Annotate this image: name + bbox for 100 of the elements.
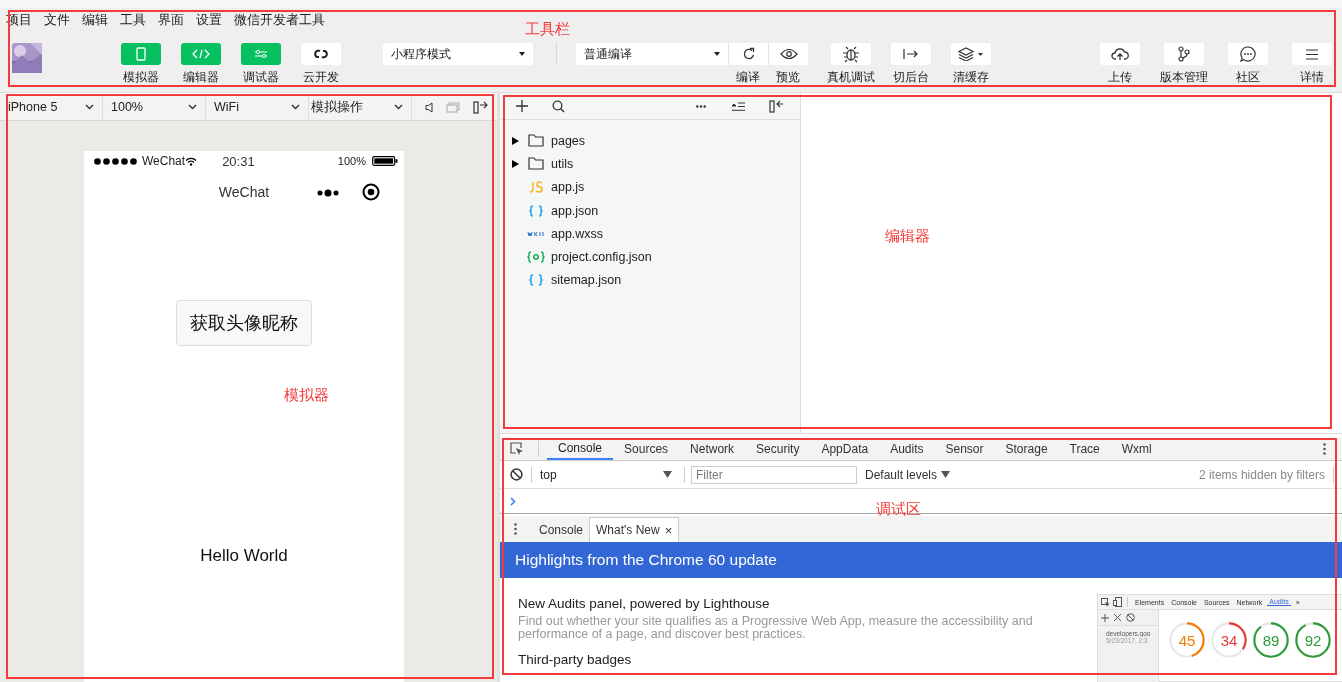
toolbar-button[interactable] [951, 43, 991, 65]
toolbar-button[interactable] [301, 43, 341, 65]
menu-item[interactable]: 设置 [196, 12, 222, 29]
devtools-tab[interactable]: Security [745, 438, 811, 460]
layers-icon [958, 47, 984, 61]
clear-icon [1126, 613, 1135, 622]
hide-panel-icon[interactable] [769, 99, 784, 113]
compile-dropdown[interactable]: 普通编译 [576, 43, 728, 65]
device-dropdown[interactable]: iPhone 5 [8, 94, 103, 120]
file-tree-item[interactable]: project.config.json [500, 245, 800, 269]
devtools-tab[interactable]: Trace [1058, 438, 1111, 460]
device-dropdown[interactable]: 100% [103, 94, 206, 120]
menu-item[interactable]: 界面 [158, 12, 184, 29]
hidden-items-note: 2 items hidden by filters [1198, 467, 1325, 482]
exit-icon [903, 48, 919, 60]
file-tree-item[interactable]: pages [500, 129, 800, 153]
toolbar-label: 详情 [1300, 69, 1324, 86]
battery-percent: 100% [337, 155, 366, 167]
devtools-tab[interactable]: Network [679, 438, 746, 460]
more-icon[interactable] [317, 189, 339, 197]
wifi-icon [185, 156, 198, 166]
close-icon [1114, 614, 1121, 621]
more-vertical-icon[interactable] [1323, 443, 1326, 455]
braces-file-icon [528, 274, 544, 287]
devtools-tab[interactable]: Sources [613, 438, 680, 460]
annotation-label: 调试区 [876, 500, 921, 519]
carrier-label: WeChat [142, 154, 186, 168]
chevron-down-icon [394, 104, 403, 110]
devtools-tab[interactable]: Audits [879, 438, 935, 460]
status-time: 20:31 [222, 153, 255, 169]
toolbar-label: 编辑器 [183, 69, 219, 86]
toolbar-button[interactable] [1100, 43, 1140, 65]
toolbar-button[interactable] [728, 43, 768, 65]
inspect-icon[interactable] [510, 442, 524, 456]
file-tree-item[interactable]: app.js [500, 175, 800, 199]
whats-new-banner: Highlights from the Chrome 60 update [500, 542, 1342, 578]
more-icon[interactable] [696, 104, 706, 108]
toolbar-label: 模拟器 [123, 69, 159, 86]
toolbar-label: 预览 [776, 69, 800, 86]
bug-icon [842, 45, 860, 63]
menu-item[interactable]: 微信开发者工具 [234, 12, 325, 29]
drawer-tab[interactable]: What's New × [589, 517, 680, 542]
style-file-icon [527, 229, 545, 238]
toolbar-label: 编译 [736, 69, 760, 86]
cloud-upload-icon [1111, 47, 1129, 61]
page-title: WeChat [218, 184, 270, 200]
branch-icon [1177, 46, 1191, 62]
file-tree-item[interactable]: sitemap.json [500, 268, 800, 293]
search-icon[interactable] [552, 99, 565, 113]
menu-item[interactable]: 编辑 [82, 12, 108, 29]
clear-icon[interactable] [510, 468, 523, 481]
speaker-icon[interactable] [425, 101, 433, 113]
dropdown-triangle-icon [941, 471, 951, 478]
get-avatar-button[interactable]: 获取头像昵称 [176, 300, 312, 346]
file-tree-item[interactable]: utils [500, 152, 800, 176]
js-file-icon [528, 181, 544, 194]
prompt-icon [510, 496, 516, 506]
menu-icon [1306, 48, 1318, 60]
eye-icon [779, 48, 798, 60]
toolbar-button[interactable] [831, 43, 871, 65]
article-title: New Audits panel, powered by Lighthouse [518, 596, 771, 611]
collapse-icon[interactable] [732, 101, 745, 111]
devtools-tab[interactable]: AppData [810, 438, 880, 460]
toolbar-label: 云开发 [303, 69, 339, 86]
more-vertical-icon[interactable] [514, 523, 517, 535]
file-tree-item[interactable]: app.wxss [500, 222, 800, 246]
article-title: Third-party badges [518, 652, 633, 667]
battery-icon [372, 156, 398, 166]
chevron-down-icon [85, 104, 94, 110]
add-icon [1101, 613, 1109, 622]
folder-icon [528, 157, 544, 171]
file-tree-item[interactable]: app.json [500, 198, 800, 223]
code-icon [192, 49, 210, 59]
levels-dropdown[interactable]: Default levels [865, 467, 951, 482]
chevron-down-icon [188, 104, 197, 110]
devtools-tab[interactable]: Storage [994, 438, 1059, 460]
sliders-icon [254, 49, 268, 59]
menu-item[interactable]: 文件 [44, 12, 70, 29]
context-dropdown[interactable]: top [540, 467, 676, 482]
filter-field[interactable]: Filter [691, 465, 857, 484]
close-tab-icon[interactable]: × [664, 522, 673, 538]
score-gauge: 45 [1167, 620, 1207, 660]
menu-item[interactable]: 工具 [120, 12, 146, 29]
toolbar-button[interactable] [1164, 43, 1204, 65]
drawer-tab[interactable]: Console [533, 518, 590, 542]
devtools-tab[interactable]: Wxml [1110, 438, 1163, 460]
device-dropdown[interactable]: 模拟操作 [309, 94, 412, 120]
annotation-label: 工具栏 [525, 20, 570, 39]
detach-icon[interactable] [473, 100, 488, 114]
toolbar-button[interactable] [1228, 43, 1268, 65]
annotation-label: 模拟器 [284, 386, 329, 405]
chevron-down-icon [291, 104, 300, 110]
devtools-tab[interactable]: Sensor [934, 438, 995, 460]
devtools-tab[interactable]: Console [547, 438, 614, 460]
mode-dropdown[interactable]: 小程序模式 [383, 43, 533, 65]
toolbar-button[interactable] [768, 43, 808, 65]
device-dropdown[interactable]: WiFi [206, 94, 309, 120]
add-icon[interactable] [516, 100, 528, 112]
inspect-icon [1101, 597, 1110, 607]
record-icon[interactable] [362, 183, 380, 201]
